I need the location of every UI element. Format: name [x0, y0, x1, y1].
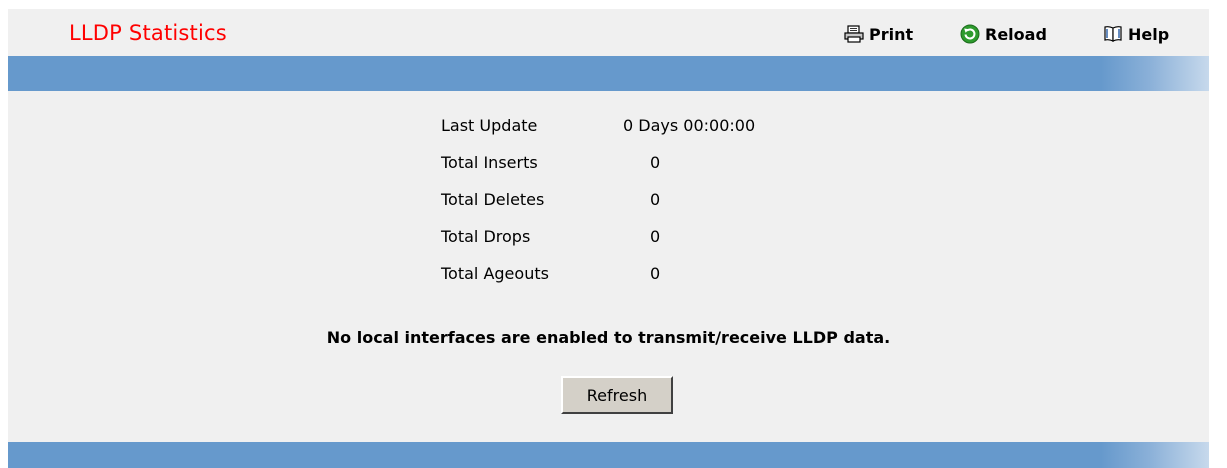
print-button[interactable]: Print [844, 23, 913, 45]
stat-value: 0 [650, 264, 661, 283]
stat-label: Total Drops [441, 227, 531, 246]
stat-value: 0 Days 00:00:00 [623, 116, 756, 135]
refresh-button[interactable]: Refresh [561, 376, 673, 414]
help-label: Help [1128, 24, 1170, 44]
printer-icon [844, 25, 864, 43]
help-button[interactable]: Help [1103, 23, 1169, 45]
reload-icon [960, 24, 980, 44]
top-divider-band [8, 56, 1209, 91]
reload-label: Reload [985, 24, 1047, 44]
stat-value: 0 [650, 227, 661, 246]
status-notice: No local interfaces are enabled to trans… [326, 328, 891, 347]
stat-label: Total Deletes [441, 190, 545, 209]
reload-button[interactable]: Reload [960, 23, 1047, 45]
page-frame: LLDP Statistics Print Reload Help Last U… [8, 9, 1209, 468]
print-label: Print [869, 24, 914, 44]
stat-value: 0 [650, 190, 661, 209]
stat-label: Total Ageouts [441, 264, 549, 283]
book-icon [1103, 25, 1123, 43]
bottom-divider-band [8, 442, 1209, 468]
page-title: LLDP Statistics [69, 21, 227, 45]
stat-value: 0 [650, 153, 661, 172]
stat-label: Total Inserts [441, 153, 538, 172]
page-header: LLDP Statistics Print Reload Help [8, 9, 1209, 56]
stat-label: Last Update [441, 116, 538, 135]
